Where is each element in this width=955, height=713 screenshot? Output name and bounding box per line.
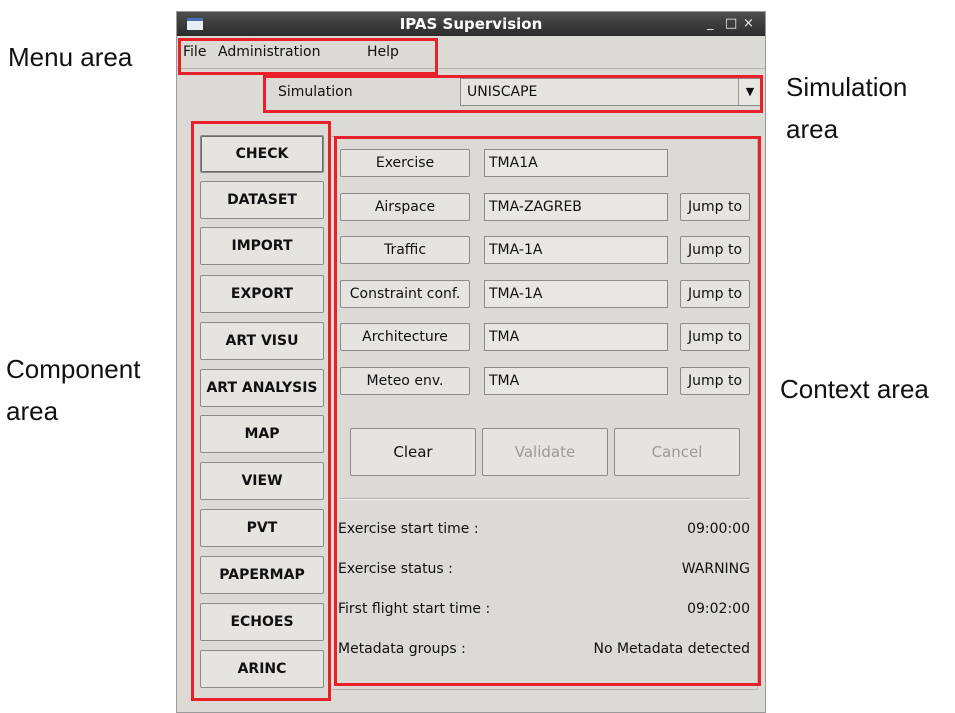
exercise-field[interactable]: TMA1A xyxy=(484,149,668,177)
simulation-area-label-line2: area xyxy=(786,114,839,144)
constraint-conf-button[interactable]: Constraint conf. xyxy=(340,280,470,308)
meteo-env-jump-button[interactable]: Jump to xyxy=(680,367,750,395)
first-flight-start-time-value: 09:02:00 xyxy=(687,601,750,617)
component-area-label-line1: Component xyxy=(6,354,141,384)
meteo-env-field[interactable]: TMA xyxy=(484,367,668,395)
component-art-analysis-button[interactable]: ART ANALYSIS xyxy=(200,369,324,407)
cancel-button[interactable]: Cancel xyxy=(614,428,740,476)
dropdown-arrow-icon[interactable]: ▼ xyxy=(738,79,761,105)
component-export-button[interactable]: EXPORT xyxy=(200,275,324,313)
metadata-groups-value: No Metadata detected xyxy=(593,641,750,657)
close-icon[interactable]: × xyxy=(743,12,754,36)
exercise-button[interactable]: Exercise xyxy=(340,149,470,177)
exercise-status-value: WARNING xyxy=(681,561,750,577)
maximize-icon[interactable]: □ xyxy=(725,12,737,36)
simulation-selected-value: UNISCAPE xyxy=(467,84,538,100)
simulation-row: Simulation UNISCAPE ▼ xyxy=(186,78,764,108)
simulation-area-label-line1: Simulation xyxy=(786,72,908,102)
title-bar[interactable]: IPAS Supervision _ □ × xyxy=(177,12,765,36)
window-title: IPAS Supervision xyxy=(399,15,543,33)
architecture-field[interactable]: TMA xyxy=(484,323,668,351)
menu-help[interactable]: Help xyxy=(367,44,399,60)
exercise-status-label: Exercise status : xyxy=(338,561,453,577)
validate-button[interactable]: Validate xyxy=(482,428,608,476)
clear-button[interactable]: Clear xyxy=(350,428,476,476)
component-papermap-button[interactable]: PAPERMAP xyxy=(200,556,324,594)
airspace-jump-button[interactable]: Jump to xyxy=(680,193,750,221)
context-separator xyxy=(340,498,750,500)
simulation-select[interactable]: UNISCAPE ▼ xyxy=(460,78,762,106)
metadata-groups-label: Metadata groups : xyxy=(338,641,466,657)
component-map-button[interactable]: MAP xyxy=(200,415,324,453)
component-view-button[interactable]: VIEW xyxy=(200,462,324,500)
exercise-start-time-label: Exercise start time : xyxy=(338,521,479,537)
component-check-button[interactable]: CHECK xyxy=(200,135,324,173)
airspace-field[interactable]: TMA-ZAGREB xyxy=(484,193,668,221)
component-echoes-button[interactable]: ECHOES xyxy=(200,603,324,641)
traffic-field[interactable]: TMA-1A xyxy=(484,236,668,264)
first-flight-start-time-label: First flight start time : xyxy=(338,601,491,617)
constraint-conf-jump-button[interactable]: Jump to xyxy=(680,280,750,308)
airspace-button[interactable]: Airspace xyxy=(340,193,470,221)
architecture-jump-button[interactable]: Jump to xyxy=(680,323,750,351)
traffic-jump-button[interactable]: Jump to xyxy=(680,236,750,264)
menu-area-label: Menu area xyxy=(8,42,133,72)
minimize-icon[interactable]: _ xyxy=(707,12,714,36)
component-arinc-button[interactable]: ARINC xyxy=(200,650,324,688)
architecture-button[interactable]: Architecture xyxy=(340,323,470,351)
exercise-start-time-value: 09:00:00 xyxy=(687,521,750,537)
component-import-button[interactable]: IMPORT xyxy=(200,227,324,265)
menu-bar: File Administration Help xyxy=(177,36,765,69)
menu-file[interactable]: File xyxy=(183,44,206,60)
component-pvt-button[interactable]: PVT xyxy=(200,509,324,547)
simulation-label: Simulation xyxy=(278,84,353,100)
traffic-button[interactable]: Traffic xyxy=(340,236,470,264)
menu-administration[interactable]: Administration xyxy=(218,44,320,60)
component-art-visu-button[interactable]: ART VISU xyxy=(200,322,324,360)
context-area-label: Context area xyxy=(780,374,929,404)
constraint-conf-field[interactable]: TMA-1A xyxy=(484,280,668,308)
component-dataset-button[interactable]: DATASET xyxy=(200,181,324,219)
meteo-env-button[interactable]: Meteo env. xyxy=(340,367,470,395)
component-area-label-line2: area xyxy=(6,396,59,426)
